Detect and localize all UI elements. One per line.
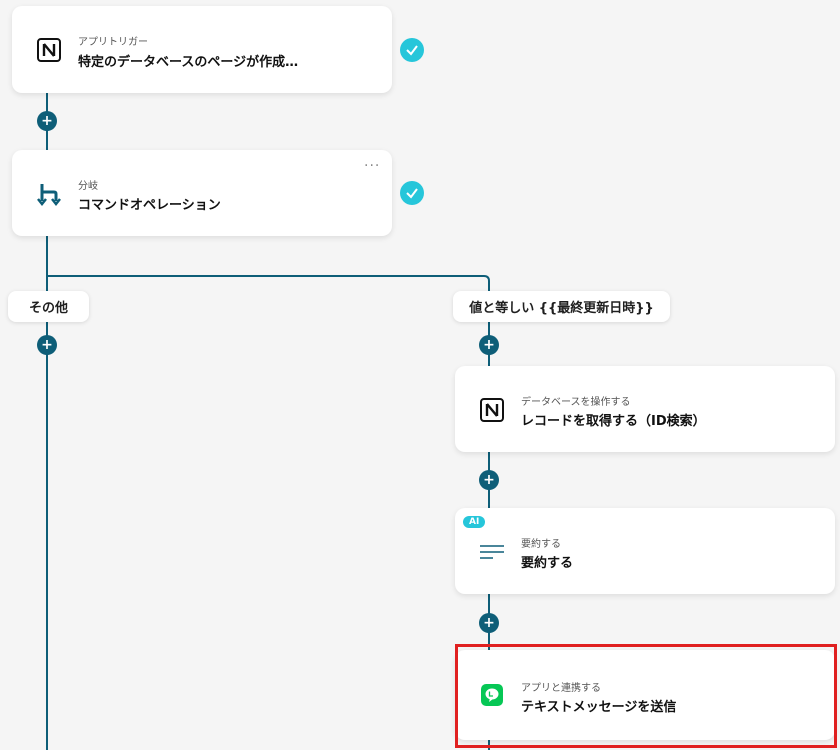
highlight-box [455,644,837,748]
notion-icon [477,395,507,425]
branch-card[interactable]: 分岐 コマンドオペレーション ··· [12,150,392,236]
trigger-title: 特定のデータベースのページが作成… [78,55,299,70]
add-step-button[interactable]: + [479,613,499,633]
branch-label-other[interactable]: その他 [8,291,89,322]
trigger-card[interactable]: アプリトリガー 特定のデータベースのページが作成… [12,6,392,93]
branch-icon [34,179,64,209]
summary-lines-icon [477,537,507,567]
step-card-get-record[interactable]: データベースを操作する レコードを取得する（ID検索） [455,366,835,452]
step-subtitle: 要約する [521,539,561,550]
more-options-icon[interactable]: ··· [364,158,380,174]
step-subtitle: データベースを操作する [521,397,631,408]
add-step-button[interactable]: + [37,335,57,355]
add-step-button[interactable]: + [479,470,499,490]
branch-subtitle: 分岐 [78,181,98,192]
ai-badge: AI [463,516,486,528]
add-step-button[interactable]: + [479,335,499,355]
check-icon [400,181,424,205]
step-title: 要約する [521,556,574,571]
branch-label-equals[interactable]: 値と等しい {{最終更新日時}} [453,291,670,322]
trigger-subtitle: アプリトリガー [78,37,148,48]
add-step-button[interactable]: + [37,111,57,131]
step-title: レコードを取得する（ID検索） [521,414,706,429]
notion-icon [34,35,64,65]
step-card-summarize[interactable]: 要約する 要約する [455,508,835,594]
workflow-canvas: アプリトリガー 特定のデータベースのページが作成… + 分岐 コマンドオペレーシ… [0,0,840,750]
check-icon [400,38,424,62]
branch-title: コマンドオペレーション [78,198,221,213]
